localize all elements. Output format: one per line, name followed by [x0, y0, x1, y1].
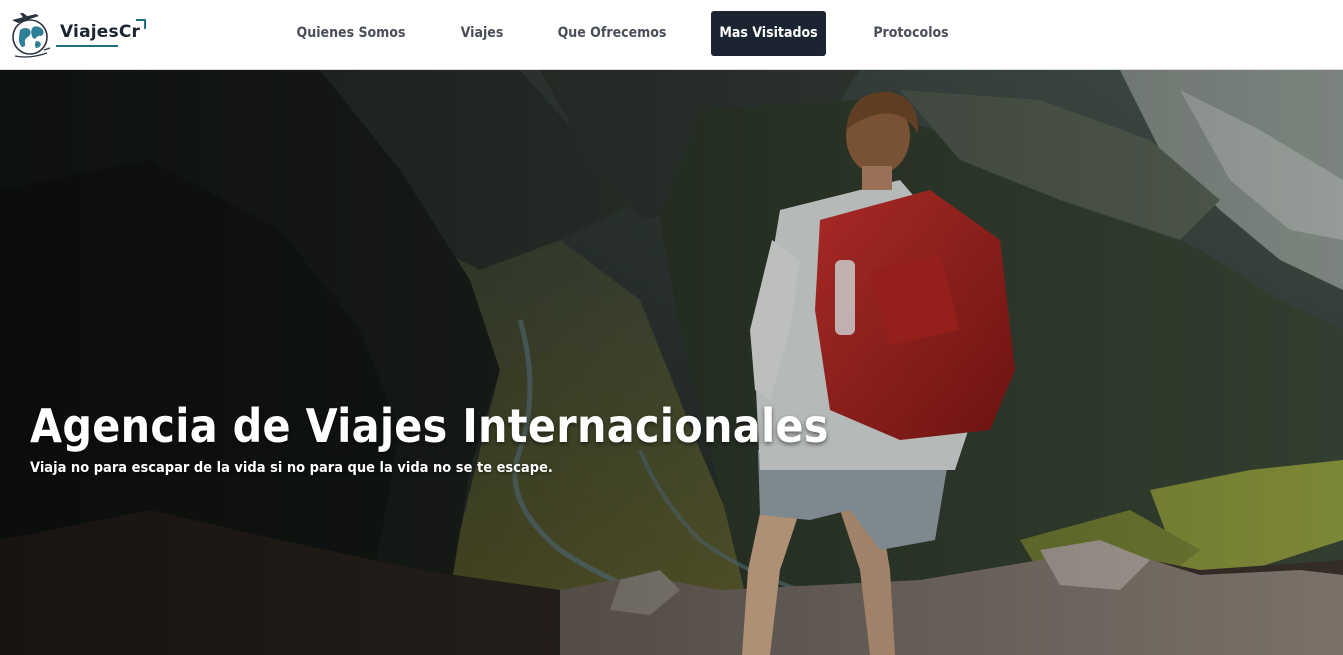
hero-subtitle: Viaja no para escapar de la vida si no p… — [30, 460, 553, 476]
nav-item-quienes-somos[interactable]: Quienes Somos — [286, 11, 416, 56]
site-header: ViajesCr Quienes Somos Viajes Que Ofrece… — [0, 0, 1343, 70]
nav-item-protocolos[interactable]: Protocolos — [860, 11, 962, 56]
hero-title: Agencia de Viajes Internacionales — [30, 399, 829, 453]
hero-background-image — [0, 70, 1343, 655]
nav-item-que-ofrecemos[interactable]: Que Ofrecemos — [548, 11, 676, 56]
nav-item-mas-visitados[interactable]: Mas Visitados — [711, 11, 826, 56]
nav-item-viajes[interactable]: Viajes — [446, 11, 518, 56]
hero-section: Agencia de Viajes Internacionales Viaja … — [0, 70, 1343, 655]
main-nav: Quienes Somos Viajes Que Ofrecemos Mas V… — [0, 11, 1343, 56]
